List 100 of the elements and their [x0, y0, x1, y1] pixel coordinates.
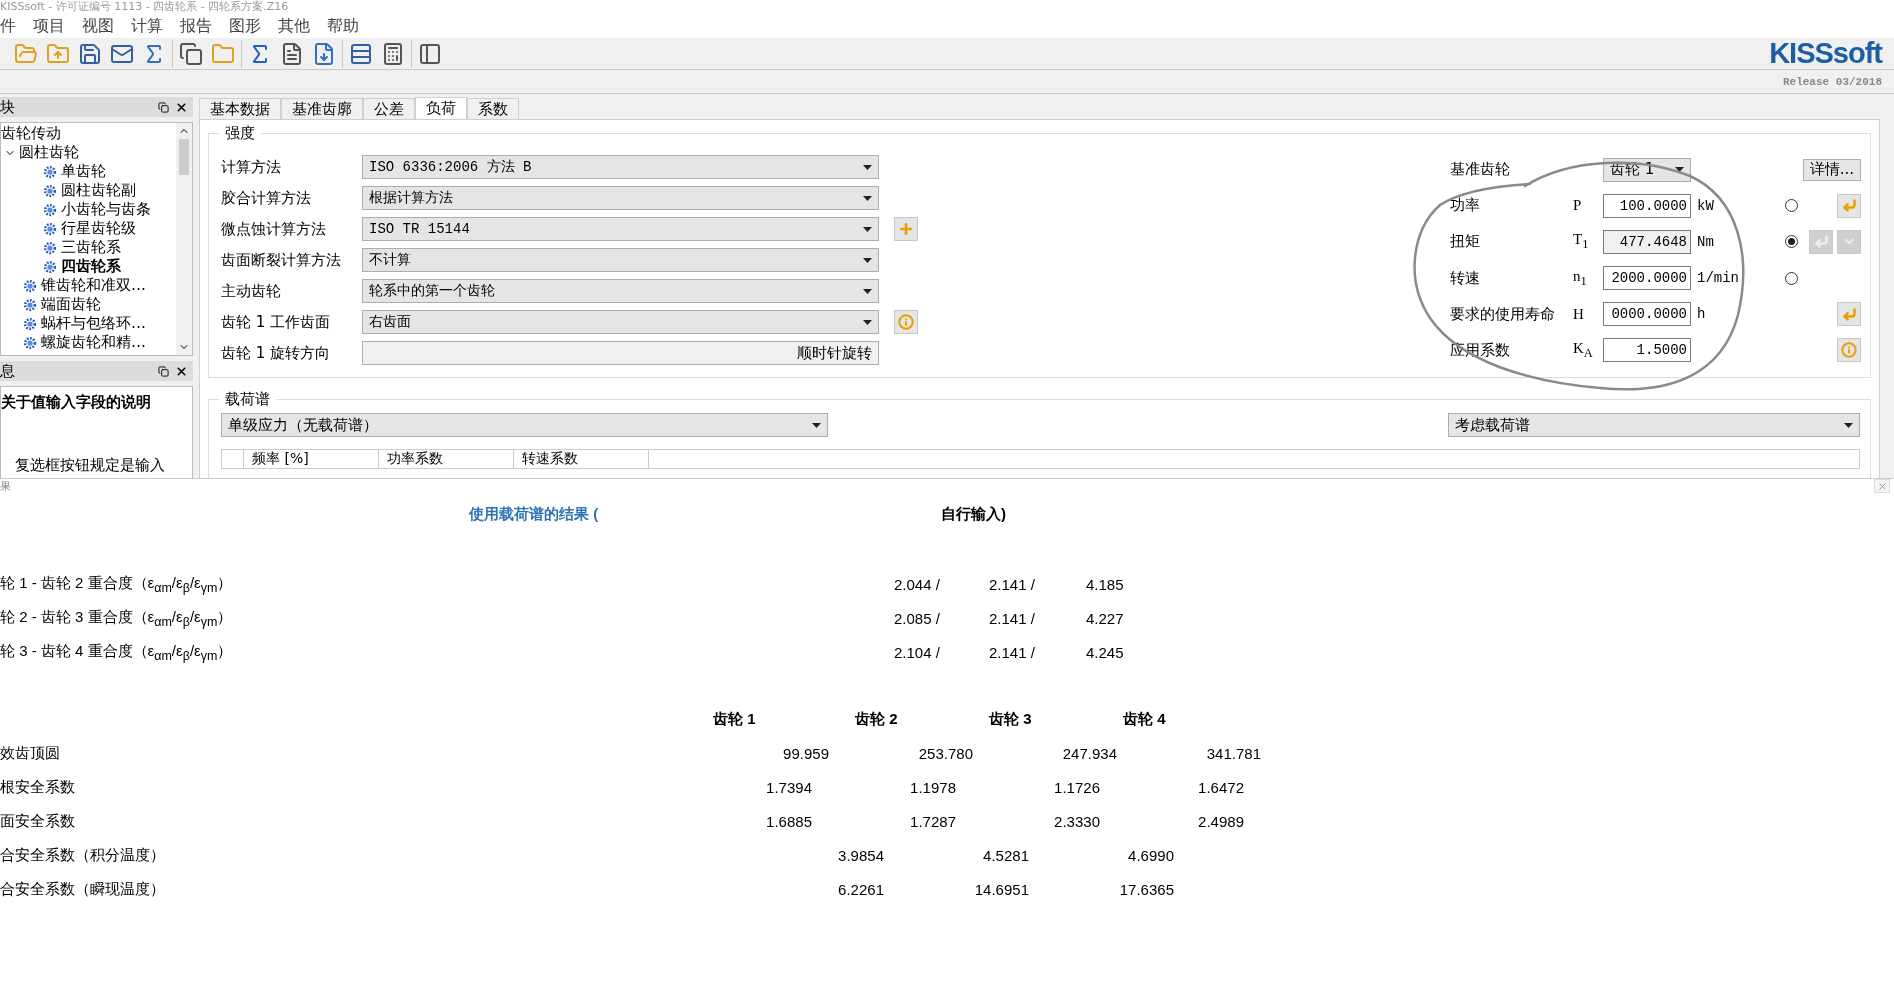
calculator-icon[interactable] — [381, 41, 405, 66]
gear-icon — [43, 259, 57, 274]
dropdown[interactable]: 轮系中的第一个齿轮 — [362, 279, 879, 303]
number-field[interactable]: 0000.0000 — [1603, 302, 1691, 327]
tree-item[interactable]: 小齿轮与齿条 — [61, 200, 151, 219]
tree-item[interactable]: 三齿轮系 — [61, 238, 121, 257]
tree-item[interactable]: 圆柱齿轮 — [19, 143, 79, 162]
tab[interactable]: 系数 — [467, 98, 519, 120]
info-icon — [1841, 342, 1857, 359]
result-value: 17.6365 — [1118, 880, 1174, 898]
field-label: 齿轮 1 工作齿面 — [221, 312, 332, 332]
tab[interactable]: 基本数据 — [199, 98, 281, 120]
result-value: 2.104 / — [894, 643, 941, 661]
tree-item[interactable]: 行星齿轮级 — [61, 219, 136, 238]
dropdown[interactable]: ISO TR 15144 — [362, 217, 879, 241]
result-value: 4.185 — [1086, 575, 1125, 593]
result-value: 2.141 / — [989, 575, 1036, 593]
menu-item[interactable]: 件 — [0, 15, 16, 37]
window-title: 果 — [0, 478, 11, 494]
symbol-label: K$_{A}$ — [1573, 339, 1594, 361]
enter-arrow-icon — [1841, 198, 1857, 214]
result-label: 根安全系数 — [0, 777, 76, 797]
menu-item[interactable]: 报告 — [180, 15, 212, 37]
menu-item[interactable]: 帮助 — [327, 15, 359, 37]
document-export-icon[interactable] — [312, 41, 336, 66]
caret-icon — [863, 288, 872, 294]
gear-icon — [23, 297, 37, 312]
result-value: 99.959 — [782, 744, 829, 762]
unit-label: Nm — [1696, 233, 1715, 250]
tree-item[interactable]: 四齿轮系 — [61, 257, 121, 276]
caret-icon — [1675, 167, 1684, 173]
restore-button[interactable] — [155, 99, 171, 115]
scrollbar[interactable] — [176, 123, 192, 355]
value-display: 顺时针旋转 — [362, 341, 879, 365]
result-value: 2.141 / — [989, 643, 1036, 661]
number-field[interactable]: 100.0000 — [1603, 193, 1691, 218]
field-label: 转速 — [1450, 268, 1481, 288]
restore-icon — [157, 101, 169, 113]
dropdown[interactable]: ISO 6336:2006 方法 B — [362, 155, 879, 179]
menu-item[interactable]: 其他 — [278, 15, 310, 37]
release-label: Release 03/2018 — [1782, 75, 1882, 88]
document-icon[interactable] — [280, 41, 304, 66]
dropdown[interactable]: 单级应力（无载荷谱） — [221, 413, 828, 437]
dropdown[interactable]: 考虑载荷谱 — [1448, 413, 1860, 437]
dropdown[interactable]: 不计算 — [362, 248, 879, 272]
save-icon[interactable] — [78, 41, 102, 66]
gear-icon — [43, 240, 57, 255]
tree-item[interactable]: 齿轮传动 — [1, 124, 61, 143]
window-title: KISSsoft - 许可证编号 1113 - 四齿轮系 - 四轮系方案.Z16 — [0, 0, 1894, 14]
gear-icon — [23, 316, 37, 331]
symbol-label: P — [1573, 197, 1583, 215]
details-button[interactable]: 详情... — [1802, 158, 1861, 181]
plus-icon — [898, 221, 914, 237]
result-label: 面安全系数 — [0, 811, 76, 831]
number-field[interactable]: 2000.0000 — [1603, 266, 1691, 291]
caret-icon — [863, 164, 872, 170]
menu-item[interactable]: 项目 — [33, 15, 65, 37]
dropdown[interactable]: 右齿面 — [362, 310, 879, 334]
symbol-label: H — [1573, 305, 1585, 323]
results-heading: 使用载荷谱的结果 ( — [469, 504, 600, 524]
tree-item[interactable]: 锥齿轮和准双… — [41, 276, 146, 295]
caret-icon — [812, 422, 821, 428]
result-value: 1.1726 — [1053, 778, 1100, 796]
info-text: 复选框按钮规定是输入 — [14, 456, 166, 475]
result-value: 1.6885 — [765, 812, 812, 830]
result-value: 4.227 — [1086, 609, 1125, 627]
result-label: 效齿顶圆 — [0, 743, 61, 763]
dropdown[interactable]: 根据计算方法 — [362, 186, 879, 210]
field-label: 主动齿轮 — [221, 281, 282, 301]
enter-arrow-icon — [1813, 234, 1829, 250]
tab[interactable]: 基准齿廓 — [281, 98, 363, 120]
scroll-thumb[interactable] — [179, 139, 189, 175]
menu-item[interactable]: 计算 — [131, 15, 163, 37]
caret-icon — [863, 195, 872, 201]
list-icon[interactable] — [349, 41, 373, 66]
tab[interactable]: 负荷 — [415, 97, 467, 119]
tree-item[interactable]: 螺旋齿轮和精… — [41, 333, 146, 352]
tree-item[interactable]: 单齿轮 — [61, 162, 106, 181]
result-value: 6.2261 — [837, 880, 884, 898]
restore-button[interactable] — [155, 363, 171, 379]
field-label: 要求的使用寿命 — [1450, 304, 1556, 324]
caret-icon — [863, 226, 872, 232]
info-icon — [898, 314, 914, 330]
menu-item[interactable]: 视图 — [82, 15, 114, 37]
close-icon — [174, 100, 188, 114]
menu-item[interactable]: 图形 — [229, 15, 261, 37]
caret-icon — [863, 319, 872, 325]
panel-icon[interactable] — [418, 41, 442, 66]
tab[interactable]: 公差 — [363, 98, 415, 120]
gear-icon — [43, 202, 57, 217]
result-label: 轮 3 - 齿轮 4 重合度（ε$_{αm}$/ε$_{β}$/ε$_{γm}$） — [0, 641, 234, 663]
number-field[interactable]: 477.4648 — [1603, 229, 1691, 254]
field-label: 齿轮 1 旋转方向 — [221, 343, 332, 363]
number-field[interactable]: 1.5000 — [1603, 338, 1691, 363]
tree-item[interactable]: 端面齿轮 — [41, 295, 101, 314]
field-label: 胶合计算方法 — [221, 188, 312, 208]
copy-icon[interactable] — [179, 41, 203, 66]
logo: KISSsoft — [1769, 37, 1882, 70]
tree-item[interactable]: 圆柱齿轮副 — [61, 181, 136, 200]
tree-item[interactable]: 蜗杆与包络环… — [41, 314, 146, 333]
